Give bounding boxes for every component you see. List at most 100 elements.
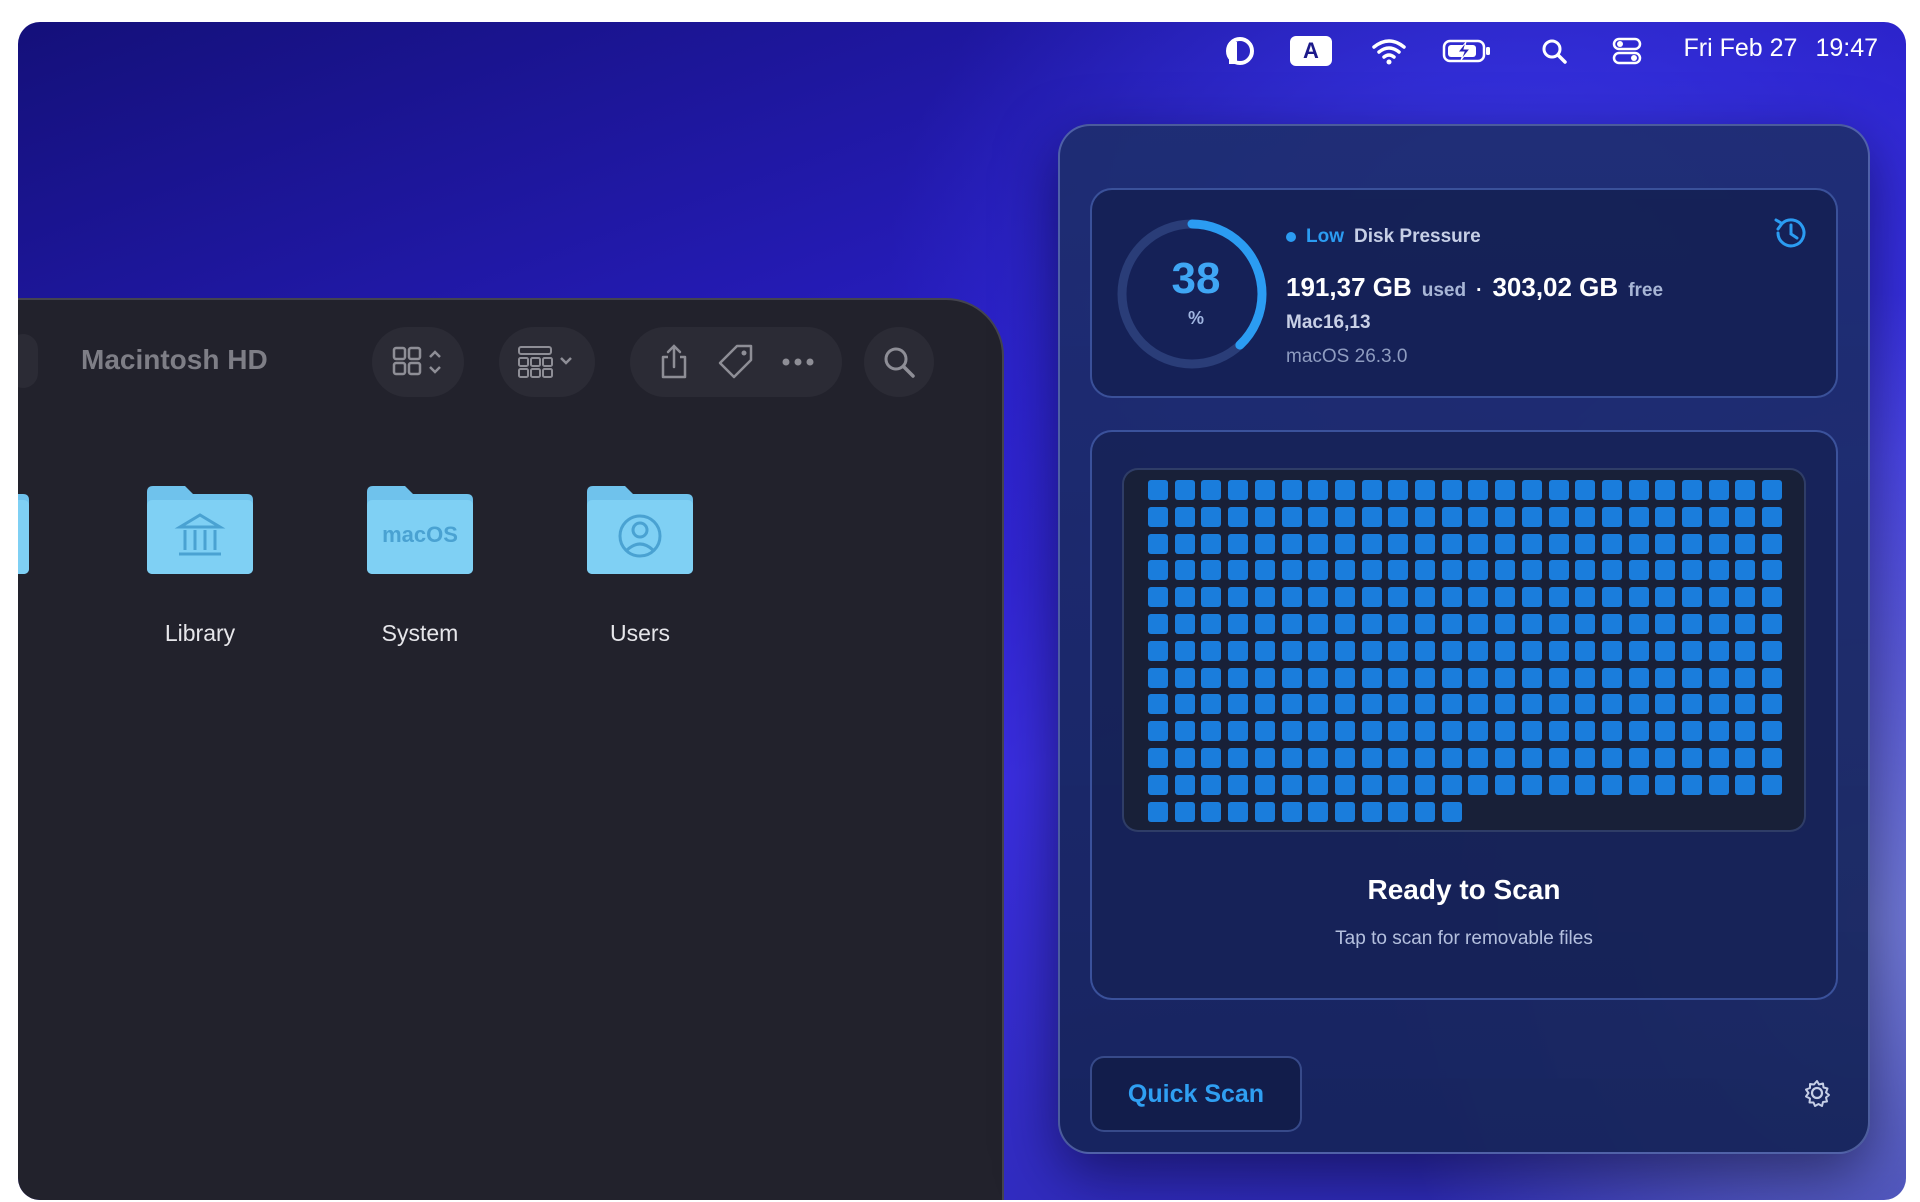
menu-clock[interactable]: Fri Feb 27 19:47 bbox=[1684, 34, 1879, 63]
search-button[interactable] bbox=[864, 327, 934, 397]
folder-label: Users bbox=[609, 620, 671, 646]
storage-block bbox=[1682, 694, 1702, 715]
storage-block bbox=[1575, 667, 1596, 688]
storage-block bbox=[1308, 480, 1329, 500]
storage-block bbox=[1334, 587, 1355, 608]
storage-block bbox=[1148, 694, 1168, 715]
storage-block bbox=[1575, 506, 1596, 527]
scan-card[interactable]: Ready to Scan Tap to scan for removable … bbox=[1090, 430, 1838, 1000]
storage-block bbox=[1548, 694, 1569, 715]
history-icon[interactable] bbox=[1770, 212, 1812, 254]
storage-block bbox=[1655, 480, 1676, 500]
folder-icon bbox=[18, 494, 29, 574]
storage-block bbox=[1254, 694, 1275, 715]
ready-subtitle: Tap to scan for removable files bbox=[1335, 928, 1593, 949]
storage-block bbox=[1388, 694, 1409, 715]
mac-model: Mac16,13 bbox=[1286, 312, 1371, 333]
storage-block bbox=[1521, 774, 1542, 795]
storage-block bbox=[1548, 480, 1569, 500]
storage-block bbox=[1361, 480, 1382, 500]
storage-block bbox=[1148, 480, 1168, 500]
storage-block bbox=[1521, 587, 1542, 608]
storage-block bbox=[1201, 694, 1222, 715]
storage-block bbox=[1281, 640, 1302, 661]
storage-block bbox=[1334, 801, 1355, 822]
storage-block bbox=[1441, 560, 1462, 581]
more-icon[interactable] bbox=[781, 357, 815, 367]
storage-block bbox=[1601, 560, 1622, 581]
storage-block bbox=[1708, 506, 1729, 527]
storage-block bbox=[1735, 667, 1756, 688]
storage-block bbox=[1708, 721, 1729, 742]
quick-scan-button[interactable]: Quick Scan bbox=[1090, 1056, 1302, 1132]
storage-block bbox=[1575, 533, 1596, 554]
view-grid-button[interactable] bbox=[372, 327, 464, 397]
battery-charging-icon[interactable] bbox=[1442, 36, 1492, 66]
storage-block bbox=[1468, 480, 1489, 500]
storage-block bbox=[1762, 587, 1783, 608]
storage-block bbox=[1655, 748, 1676, 768]
storage-block bbox=[1495, 614, 1516, 634]
storage-block bbox=[1281, 533, 1302, 554]
actions-group bbox=[630, 327, 842, 397]
storage-block bbox=[1762, 480, 1783, 500]
storage-block bbox=[1655, 694, 1676, 715]
pressure-level: Low bbox=[1306, 226, 1344, 247]
storage-block bbox=[1254, 506, 1275, 527]
storage-block bbox=[1254, 533, 1275, 554]
storage-block bbox=[1334, 640, 1355, 661]
storage-block bbox=[1628, 506, 1649, 527]
storage-block bbox=[1441, 667, 1462, 688]
storage-block bbox=[1601, 667, 1622, 688]
storage-block bbox=[1468, 748, 1489, 768]
storage-block bbox=[1148, 614, 1168, 634]
gear-icon[interactable] bbox=[1802, 1078, 1832, 1108]
storage-block bbox=[1334, 533, 1355, 554]
spotlight-search-icon[interactable] bbox=[1538, 36, 1570, 66]
storage-block bbox=[1655, 774, 1676, 795]
storage-block bbox=[1468, 694, 1489, 715]
control-center-icon[interactable] bbox=[1610, 36, 1644, 66]
storage-block bbox=[1548, 533, 1569, 554]
storage-block bbox=[1361, 748, 1382, 768]
sidebar-toggle[interactable] bbox=[18, 334, 38, 388]
storage-block bbox=[1281, 801, 1302, 822]
wifi-icon[interactable] bbox=[1370, 36, 1408, 66]
share-icon[interactable] bbox=[657, 343, 691, 381]
storage-block bbox=[1281, 694, 1302, 715]
storage-block bbox=[1601, 480, 1622, 500]
storage-block bbox=[1201, 640, 1222, 661]
disk-monitor-icon[interactable] bbox=[1220, 36, 1260, 66]
storage-block bbox=[1682, 614, 1702, 634]
storage-block bbox=[1468, 560, 1489, 581]
storage-block bbox=[1254, 614, 1275, 634]
storage-block bbox=[1468, 587, 1489, 608]
input-source-icon[interactable]: A bbox=[1290, 36, 1332, 66]
storage-block bbox=[1495, 694, 1516, 715]
storage-block bbox=[1521, 533, 1542, 554]
storage-block bbox=[1468, 721, 1489, 742]
storage-block bbox=[1548, 506, 1569, 527]
storage-block bbox=[1174, 480, 1195, 500]
storage-block bbox=[1361, 533, 1382, 554]
pressure-label: Disk Pressure bbox=[1354, 226, 1481, 247]
storage-block bbox=[1308, 587, 1329, 608]
group-button[interactable] bbox=[499, 327, 595, 397]
storage-block bbox=[1148, 748, 1168, 768]
storage-block bbox=[1495, 748, 1516, 768]
storage-block bbox=[1628, 721, 1649, 742]
storage-block bbox=[1575, 694, 1596, 715]
storage-block bbox=[1388, 587, 1409, 608]
folder-label: System bbox=[381, 620, 459, 646]
storage-block bbox=[1441, 480, 1462, 500]
storage-block bbox=[1708, 774, 1729, 795]
storage-block bbox=[1281, 506, 1302, 527]
storage-block bbox=[1575, 587, 1596, 608]
tag-icon[interactable] bbox=[717, 343, 755, 381]
storage-block bbox=[1601, 774, 1622, 795]
storage-block bbox=[1601, 694, 1622, 715]
storage-block bbox=[1548, 560, 1569, 581]
separator: · bbox=[1476, 280, 1483, 301]
storage-block bbox=[1148, 533, 1168, 554]
storage-block bbox=[1601, 614, 1622, 634]
